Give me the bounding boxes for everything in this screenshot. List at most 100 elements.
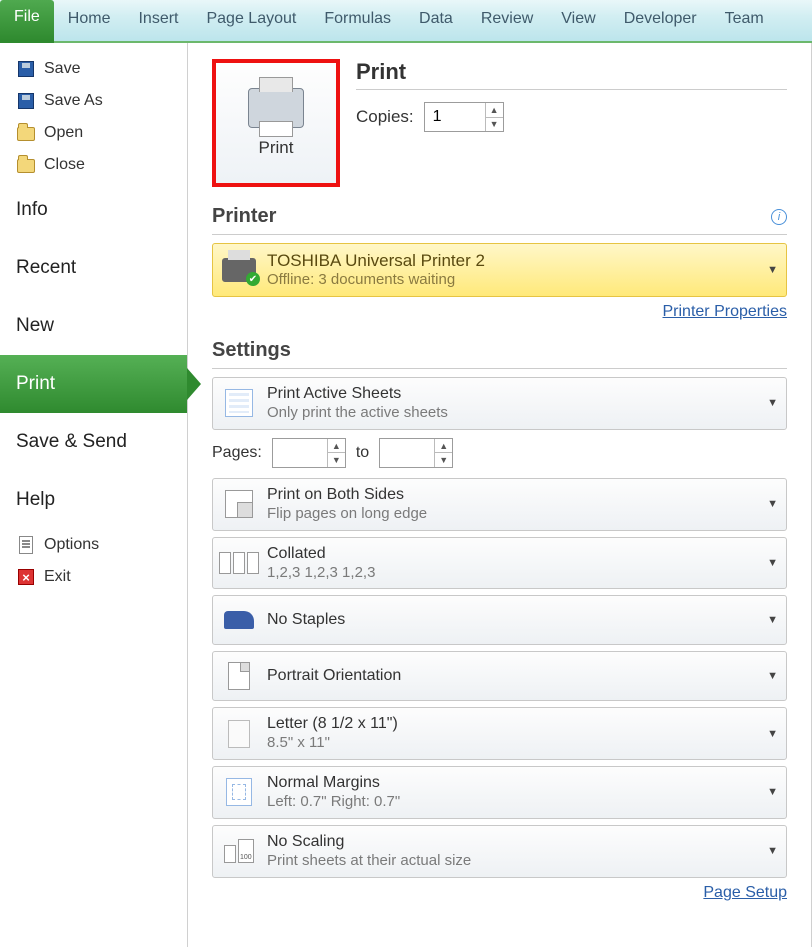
- nav-new[interactable]: New: [0, 297, 187, 355]
- nav-info[interactable]: Info: [0, 181, 187, 239]
- pages-label: Pages:: [212, 444, 262, 462]
- paper-icon: [221, 716, 257, 752]
- duplex-icon: [221, 486, 257, 522]
- chevron-down-icon: ▼: [767, 397, 778, 409]
- staples-dropdown[interactable]: No Staples ▼: [212, 595, 787, 645]
- chevron-down-icon: ▼: [767, 498, 778, 510]
- printer-heading: Printer: [212, 205, 276, 228]
- paper-size-dropdown[interactable]: Letter (8 1/2 x 11") 8.5" x 11" ▼: [212, 707, 787, 760]
- collate-title: Collated: [267, 544, 757, 564]
- divider: [212, 368, 787, 369]
- tab-view[interactable]: View: [547, 0, 609, 41]
- backstage-nav: Save Save As Open Close Info Recent New …: [0, 43, 188, 947]
- print-panel: Print Print Copies: ▲ ▼: [188, 43, 812, 947]
- tab-page-layout[interactable]: Page Layout: [192, 0, 310, 41]
- duplex-sub: Flip pages on long edge: [267, 505, 757, 524]
- stapler-icon: [221, 602, 257, 638]
- copies-input[interactable]: [425, 103, 485, 131]
- chevron-down-icon: ▼: [767, 670, 778, 682]
- print-heading: Print: [356, 59, 787, 85]
- nav-recent[interactable]: Recent: [0, 239, 187, 297]
- info-icon[interactable]: i: [771, 209, 787, 225]
- up-icon[interactable]: ▲: [328, 439, 345, 454]
- tab-review[interactable]: Review: [467, 0, 547, 41]
- chevron-down-icon: ▼: [767, 728, 778, 740]
- ribbon-tabs: File Home Insert Page Layout Formulas Da…: [0, 0, 812, 43]
- up-icon[interactable]: ▲: [435, 439, 452, 454]
- paper-sub: 8.5" x 11": [267, 734, 757, 753]
- tab-data[interactable]: Data: [405, 0, 467, 41]
- chevron-down-icon: ▼: [767, 614, 778, 626]
- paper-title: Letter (8 1/2 x 11"): [267, 714, 757, 734]
- tab-formulas[interactable]: Formulas: [310, 0, 405, 41]
- print-what-title: Print Active Sheets: [267, 384, 757, 404]
- copies-label: Copies:: [356, 107, 414, 127]
- exit-icon: ×: [16, 567, 36, 587]
- print-button-label: Print: [259, 138, 294, 158]
- orientation-title: Portrait Orientation: [267, 666, 757, 686]
- pages-to-input[interactable]: [380, 439, 434, 467]
- copies-up-icon[interactable]: ▲: [486, 103, 503, 118]
- printer-dropdown[interactable]: TOSHIBA Universal Printer 2 Offline: 3 d…: [212, 243, 787, 297]
- nav-close[interactable]: Close: [0, 149, 187, 181]
- tab-developer[interactable]: Developer: [610, 0, 711, 41]
- nav-exit-label: Exit: [44, 568, 71, 586]
- print-what-dropdown[interactable]: Print Active Sheets Only print the activ…: [212, 377, 787, 430]
- printer-small-icon: [221, 252, 257, 288]
- nav-print[interactable]: Print: [0, 355, 187, 413]
- tab-team[interactable]: Team: [711, 0, 778, 41]
- margins-sub: Left: 0.7" Right: 0.7": [267, 793, 757, 812]
- scaling-sub: Print sheets at their actual size: [267, 852, 757, 871]
- scaling-icon: [221, 833, 257, 869]
- tab-home[interactable]: Home: [54, 0, 125, 41]
- pages-to-spinner[interactable]: ▲▼: [379, 438, 453, 468]
- orientation-dropdown[interactable]: Portrait Orientation ▼: [212, 651, 787, 701]
- printer-status: Offline: 3 documents waiting: [267, 271, 757, 290]
- folder-close-icon: [16, 155, 36, 175]
- page-setup-link[interactable]: Page Setup: [703, 884, 787, 901]
- copies-down-icon[interactable]: ▼: [486, 118, 503, 132]
- page-portrait-icon: [221, 658, 257, 694]
- print-what-sub: Only print the active sheets: [267, 404, 757, 423]
- sheets-icon: [221, 385, 257, 421]
- chevron-down-icon: ▼: [767, 264, 778, 276]
- margins-title: Normal Margins: [267, 773, 757, 793]
- duplex-title: Print on Both Sides: [267, 485, 757, 505]
- nav-open[interactable]: Open: [0, 117, 187, 149]
- collate-dropdown[interactable]: Collated 1,2,3 1,2,3 1,2,3 ▼: [212, 537, 787, 590]
- divider: [356, 89, 787, 90]
- collate-sub: 1,2,3 1,2,3 1,2,3: [267, 564, 757, 583]
- folder-open-icon: [16, 123, 36, 143]
- pages-from-input[interactable]: [273, 439, 327, 467]
- pages-to-label: to: [356, 444, 369, 462]
- nav-save-label: Save: [44, 60, 80, 78]
- print-button[interactable]: Print: [212, 59, 340, 187]
- chevron-down-icon: ▼: [767, 557, 778, 569]
- chevron-down-icon: ▼: [767, 845, 778, 857]
- printer-name: TOSHIBA Universal Printer 2: [267, 250, 757, 271]
- nav-options-label: Options: [44, 536, 99, 554]
- printer-properties-link[interactable]: Printer Properties: [663, 303, 788, 320]
- nav-options[interactable]: Options: [0, 529, 187, 561]
- tab-file[interactable]: File: [0, 0, 54, 43]
- nav-save-as[interactable]: Save As: [0, 85, 187, 117]
- pages-from-spinner[interactable]: ▲▼: [272, 438, 346, 468]
- nav-save[interactable]: Save: [0, 53, 187, 85]
- down-icon[interactable]: ▼: [435, 453, 452, 467]
- margins-dropdown[interactable]: Normal Margins Left: 0.7" Right: 0.7" ▼: [212, 766, 787, 819]
- nav-exit[interactable]: × Exit: [0, 561, 187, 593]
- nav-save-send[interactable]: Save & Send: [0, 413, 187, 471]
- scaling-dropdown[interactable]: No Scaling Print sheets at their actual …: [212, 825, 787, 878]
- collate-icon: [221, 545, 257, 581]
- scaling-title: No Scaling: [267, 832, 757, 852]
- staples-title: No Staples: [267, 610, 757, 630]
- nav-help[interactable]: Help: [0, 471, 187, 529]
- copies-spinner[interactable]: ▲ ▼: [424, 102, 504, 132]
- nav-save-as-label: Save As: [44, 92, 103, 110]
- save-as-icon: [16, 91, 36, 111]
- tab-insert[interactable]: Insert: [124, 0, 192, 41]
- nav-open-label: Open: [44, 124, 83, 142]
- duplex-dropdown[interactable]: Print on Both Sides Flip pages on long e…: [212, 478, 787, 531]
- nav-close-label: Close: [44, 156, 85, 174]
- down-icon[interactable]: ▼: [328, 453, 345, 467]
